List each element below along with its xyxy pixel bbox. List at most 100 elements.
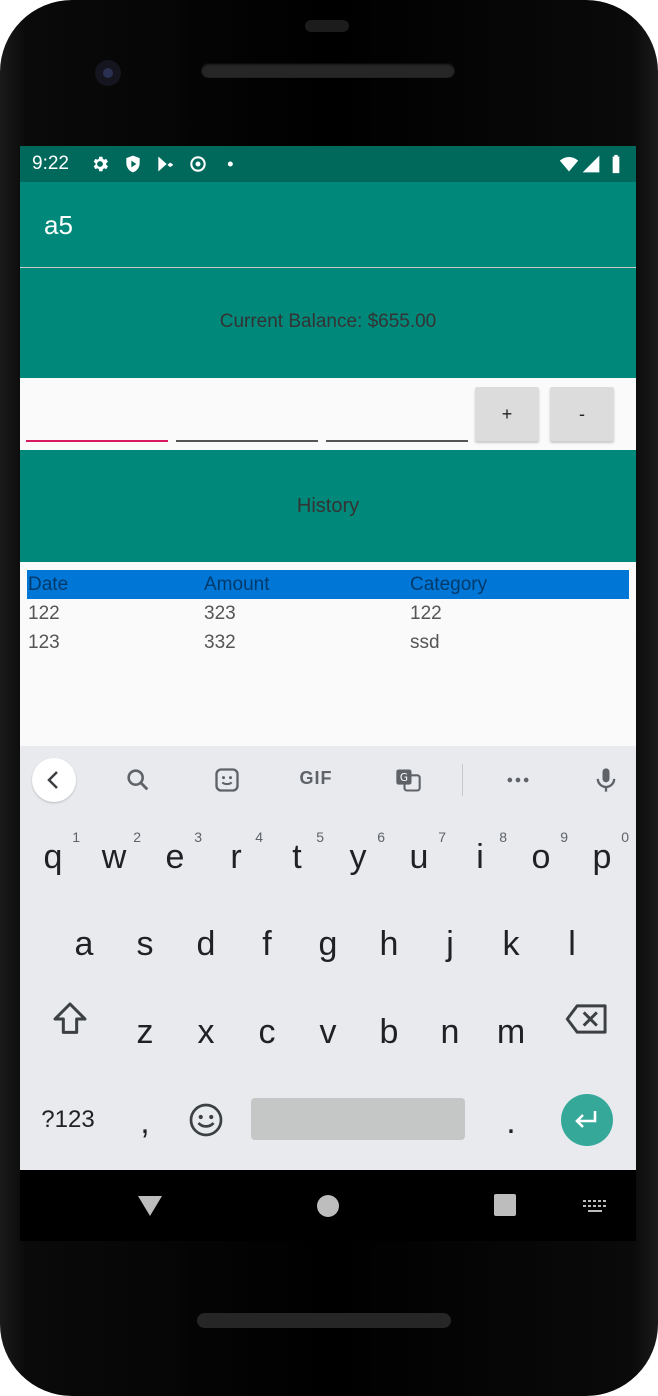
recents-nav-icon[interactable] bbox=[494, 1194, 516, 1216]
shift-icon[interactable] bbox=[50, 999, 90, 1039]
key-label: y bbox=[349, 838, 367, 876]
key-d[interactable]: d bbox=[177, 909, 235, 979]
history-title: History bbox=[296, 495, 360, 517]
amount-input[interactable] bbox=[176, 418, 318, 442]
key-z[interactable]: z bbox=[116, 997, 174, 1067]
key-n[interactable]: n bbox=[421, 997, 479, 1067]
key-hint: 0 bbox=[621, 829, 629, 845]
input-row: + - bbox=[20, 378, 636, 450]
more-icon[interactable] bbox=[504, 766, 532, 794]
history-table: Date Amount Category 122 323 122 123 332… bbox=[27, 570, 629, 657]
key-p[interactable]: p0 bbox=[573, 822, 631, 892]
key-j[interactable]: j bbox=[421, 909, 479, 979]
date-input[interactable] bbox=[26, 418, 168, 442]
microphone-icon[interactable] bbox=[592, 766, 620, 794]
sticker-icon[interactable] bbox=[213, 766, 241, 794]
subtract-button[interactable]: - bbox=[550, 387, 614, 441]
key-label: p bbox=[592, 838, 612, 876]
back-nav-icon[interactable] bbox=[136, 1194, 164, 1218]
phone-frame: 9:22 a5 Current Balance: $655.00 + - His… bbox=[0, 0, 658, 1396]
home-nav-icon[interactable] bbox=[316, 1194, 340, 1218]
key-k[interactable]: k bbox=[482, 909, 540, 979]
key-a[interactable]: a bbox=[55, 909, 113, 979]
key-y[interactable]: y6 bbox=[329, 822, 387, 892]
enter-button[interactable] bbox=[561, 1094, 613, 1146]
symbols-key[interactable]: ?123 bbox=[30, 1085, 106, 1155]
shield-play-icon bbox=[126, 155, 140, 173]
svg-text:G: G bbox=[400, 772, 408, 784]
play-store-icon bbox=[158, 156, 173, 172]
key-v[interactable]: v bbox=[299, 997, 357, 1067]
table-cell-date: 122 bbox=[28, 603, 60, 624]
key-hint: 8 bbox=[499, 829, 507, 845]
soft-keyboard: GIF G q1 w2 e3 r4 t5 y6 u7 i8 o9 p0 a s … bbox=[20, 746, 636, 1170]
table-cell-date: 123 bbox=[28, 632, 60, 653]
chevron-left-icon bbox=[47, 771, 58, 789]
key-o[interactable]: o9 bbox=[512, 822, 570, 892]
key-hint: 1 bbox=[72, 829, 80, 845]
app-bar: a5 bbox=[20, 182, 636, 267]
key-f[interactable]: f bbox=[238, 909, 296, 979]
table-cell-category: ssd bbox=[410, 632, 440, 653]
app-title: a5 bbox=[44, 210, 73, 240]
navigation-bar bbox=[20, 1170, 636, 1241]
key-label: e bbox=[165, 838, 185, 876]
key-g[interactable]: g bbox=[299, 909, 357, 979]
key-label: o bbox=[531, 838, 551, 876]
key-hint: 9 bbox=[560, 829, 568, 845]
top-sensor bbox=[305, 20, 349, 32]
keyboard-switch-icon[interactable] bbox=[582, 1198, 608, 1214]
key-t[interactable]: t5 bbox=[268, 822, 326, 892]
key-q[interactable]: q1 bbox=[24, 822, 82, 892]
balance-panel: Current Balance: $655.00 bbox=[20, 268, 636, 378]
history-panel: History bbox=[20, 450, 636, 562]
key-label: w bbox=[101, 838, 127, 876]
signal-icon bbox=[582, 155, 600, 173]
table-row[interactable]: 122 323 122 bbox=[27, 599, 629, 628]
key-hint: 3 bbox=[194, 829, 202, 845]
period-key[interactable]: . bbox=[482, 1087, 540, 1157]
translate-icon[interactable]: G bbox=[394, 766, 422, 794]
column-header-date: Date bbox=[28, 574, 69, 595]
key-label: u bbox=[409, 838, 429, 876]
table-cell-amount: 323 bbox=[204, 603, 236, 624]
key-w[interactable]: w2 bbox=[85, 822, 143, 892]
key-m[interactable]: m bbox=[482, 997, 540, 1067]
key-hint: 7 bbox=[438, 829, 446, 845]
backspace-icon[interactable] bbox=[564, 999, 610, 1039]
bottom-speaker bbox=[197, 1313, 451, 1328]
key-e[interactable]: e3 bbox=[146, 822, 204, 892]
comma-key[interactable]: , bbox=[116, 1087, 174, 1157]
key-c[interactable]: c bbox=[238, 997, 296, 1067]
key-b[interactable]: b bbox=[360, 997, 418, 1067]
key-label: r bbox=[230, 838, 242, 876]
key-x[interactable]: x bbox=[177, 997, 235, 1067]
toolbar-divider bbox=[462, 764, 463, 796]
keyboard-back-button[interactable] bbox=[32, 758, 76, 802]
key-label: q bbox=[43, 838, 63, 876]
table-cell-amount: 332 bbox=[204, 632, 236, 653]
column-header-amount: Amount bbox=[204, 574, 270, 595]
status-bar: 9:22 bbox=[20, 146, 636, 182]
category-input[interactable] bbox=[326, 418, 468, 442]
gif-button[interactable]: GIF bbox=[296, 768, 336, 796]
key-h[interactable]: h bbox=[360, 909, 418, 979]
space-bar[interactable] bbox=[251, 1098, 465, 1140]
settings-icon bbox=[93, 156, 108, 172]
key-u[interactable]: u7 bbox=[390, 822, 448, 892]
front-camera bbox=[95, 60, 121, 86]
emoji-icon[interactable] bbox=[188, 1102, 224, 1138]
notification-dot-icon bbox=[227, 161, 233, 167]
add-button[interactable]: + bbox=[475, 387, 539, 441]
battery-icon bbox=[612, 154, 620, 174]
key-s[interactable]: s bbox=[116, 909, 174, 979]
wifi-icon bbox=[559, 157, 579, 172]
key-l[interactable]: l bbox=[543, 909, 601, 979]
table-header-row: Date Amount Category bbox=[27, 570, 629, 599]
key-hint: 2 bbox=[133, 829, 141, 845]
search-icon[interactable] bbox=[124, 766, 152, 794]
table-row[interactable]: 123 332 ssd bbox=[27, 628, 629, 657]
table-cell-category: 122 bbox=[410, 603, 442, 624]
key-r[interactable]: r4 bbox=[207, 822, 265, 892]
key-i[interactable]: i8 bbox=[451, 822, 509, 892]
